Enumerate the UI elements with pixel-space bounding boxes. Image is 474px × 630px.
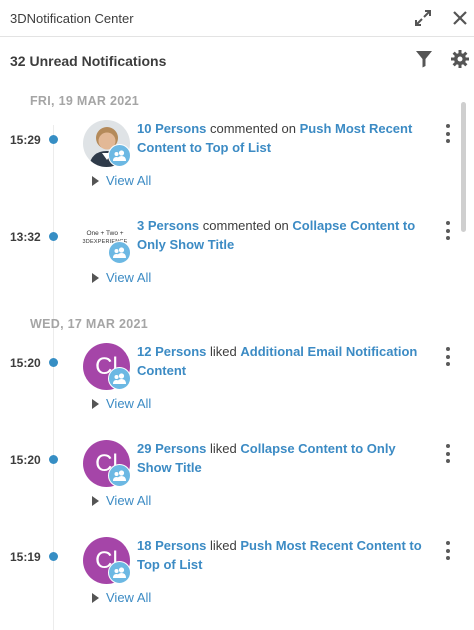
expand-triangle-icon [92,399,99,409]
notification-message: 3 Persons commented on Collapse Content … [137,217,427,254]
notification-item[interactable]: 13:32 One + Two + 3DEXPERIENCE 3 Persons… [0,217,460,307]
scrollbar[interactable] [461,102,466,232]
actor-link[interactable]: 29 Persons [137,441,206,456]
notification-verb: liked [210,441,237,456]
unread-dot [49,455,58,464]
group-badge-icon [108,464,131,487]
view-all-link[interactable]: View All [92,173,151,188]
notification-verb: commented on [202,218,289,233]
group-badge-icon [108,367,131,390]
notification-item[interactable]: 15:19 Cl 18 Persons liked Push Most Rece… [0,537,460,627]
notification-item[interactable]: 15:20 Cl 12 Persons liked Additional Ema… [0,343,460,433]
view-all-label: View All [106,493,152,508]
view-all-label: View All [106,173,152,188]
more-options-icon[interactable] [444,347,452,371]
date-header: FRI, 19 MAR 2021 [30,94,140,108]
notification-verb: liked [210,538,237,553]
view-all-link[interactable]: View All [92,270,151,285]
unread-dot [49,135,58,144]
more-options-icon[interactable] [444,444,452,468]
expand-triangle-icon [92,273,99,283]
notification-feed[interactable]: FRI, 19 MAR 2021 15:29 10 Persons commen… [0,83,474,630]
notifications-header: 32 Unread Notifications [0,37,474,83]
unread-dot [49,358,58,367]
expand-triangle-icon [92,593,99,603]
notification-item[interactable]: 15:29 10 Persons commented on Push Most … [0,120,460,210]
more-options-icon[interactable] [444,124,452,148]
app-title: 3DNotification Center [10,11,134,26]
notification-time: 15:29 [10,133,41,147]
expand-icon[interactable] [413,8,433,28]
view-all-link[interactable]: View All [92,396,151,411]
view-all-label: View All [106,590,152,605]
expand-triangle-icon [92,496,99,506]
view-all-label: View All [106,270,152,285]
actor-link[interactable]: 18 Persons [137,538,206,553]
actor-link[interactable]: 12 Persons [137,344,206,359]
group-badge-icon [108,144,131,167]
view-all-label: View All [106,396,152,411]
notification-verb: commented on [210,121,296,136]
notification-time: 15:20 [10,356,41,370]
filter-icon[interactable] [414,49,434,69]
more-options-icon[interactable] [444,221,452,245]
notification-message: 10 Persons commented on Push Most Recent… [137,120,427,157]
notification-time: 13:32 [10,230,41,244]
notification-time: 15:19 [10,550,41,564]
notification-message: 29 Persons liked Collapse Content to Onl… [137,440,427,477]
group-badge-icon [108,561,131,584]
gear-icon[interactable] [450,49,470,69]
expand-triangle-icon [92,176,99,186]
unread-dot [49,232,58,241]
notification-verb: liked [210,344,237,359]
title-bar: 3DNotification Center [0,0,474,37]
more-options-icon[interactable] [444,541,452,565]
close-icon[interactable] [450,8,470,28]
notification-message: 12 Persons liked Additional Email Notifi… [137,343,427,380]
logo-line-1: One + Two + [86,230,124,237]
group-badge-icon [108,241,131,264]
notification-item[interactable]: 15:20 Cl 29 Persons liked Collapse Conte… [0,440,460,530]
view-all-link[interactable]: View All [92,590,151,605]
actor-link[interactable]: 3 Persons [137,218,199,233]
actor-link[interactable]: 10 Persons [137,121,206,136]
view-all-link[interactable]: View All [92,493,151,508]
notification-message: 18 Persons liked Push Most Recent Conten… [137,537,427,574]
unread-dot [49,552,58,561]
notification-time: 15:20 [10,453,41,467]
date-header: WED, 17 MAR 2021 [30,317,149,331]
unread-count: 32 Unread Notifications [10,53,167,69]
